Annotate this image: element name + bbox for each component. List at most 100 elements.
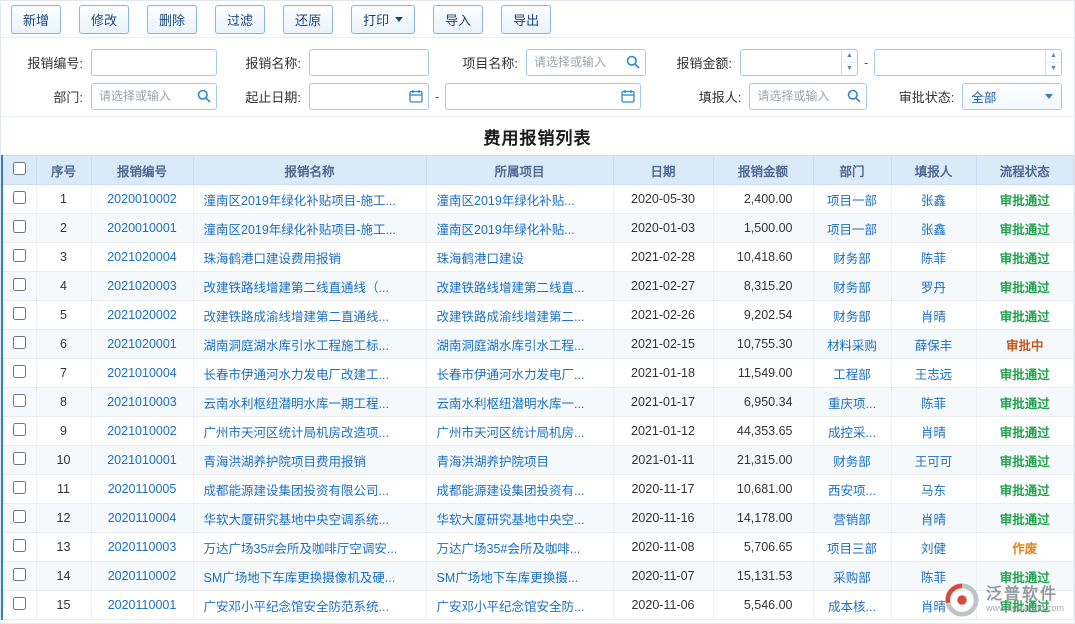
stepper-up-icon[interactable]: ▲ [1046, 50, 1061, 63]
reimburse-no-input[interactable] [91, 49, 217, 76]
reimburse-name-link[interactable]: 湖南洞庭湖水库引水工程施工标... [204, 339, 389, 353]
row-department[interactable]: 工程部 [833, 368, 871, 382]
reimburse-code-link[interactable]: 2021010001 [107, 453, 177, 467]
row-checkbox[interactable] [13, 365, 26, 378]
reimburse-code-link[interactable]: 2021010004 [107, 366, 177, 380]
amount-max-stepper[interactable]: ▲▼ [1045, 50, 1061, 75]
filter-button[interactable]: 过滤 [215, 5, 265, 34]
stepper-down-icon[interactable]: ▼ [1046, 63, 1061, 75]
delete-button[interactable]: 删除 [147, 5, 197, 34]
calendar-icon[interactable] [621, 89, 635, 103]
row-checkbox[interactable] [13, 597, 26, 610]
restore-button[interactable]: 还原 [283, 5, 333, 34]
edit-button[interactable]: 修改 [79, 5, 129, 34]
row-filler[interactable]: 张鑫 [921, 194, 946, 208]
project-link[interactable]: 潼南区2019年绿化补贴... [437, 223, 575, 237]
row-checkbox[interactable] [13, 481, 26, 494]
reimburse-name-link[interactable]: SM广场地下车库更换摄像机及硬... [204, 571, 396, 585]
row-department[interactable]: 材料采购 [827, 339, 877, 353]
row-checkbox[interactable] [13, 336, 26, 349]
stepper-up-icon[interactable]: ▲ [842, 50, 857, 63]
project-link[interactable]: 云南水利枢纽潜明水库一... [437, 397, 585, 411]
project-link[interactable]: 广安邓小平纪念馆安全防... [437, 600, 585, 614]
row-filler[interactable]: 肖晴 [921, 310, 946, 324]
project-link[interactable]: 珠海鹤港口建设 [437, 252, 525, 266]
stepper-down-icon[interactable]: ▼ [842, 63, 857, 75]
row-filler[interactable]: 肖晴 [921, 600, 946, 614]
row-department[interactable]: 采购部 [833, 571, 871, 585]
row-department[interactable]: 成控采... [828, 426, 876, 440]
search-icon[interactable] [847, 89, 861, 103]
project-link[interactable]: 成都能源建设集团投资有... [437, 484, 585, 498]
reimburse-code-link[interactable]: 2020010002 [107, 192, 177, 206]
row-checkbox[interactable] [13, 394, 26, 407]
project-link[interactable]: 潼南区2019年绿化补贴... [437, 194, 575, 208]
reimburse-code-link[interactable]: 2021010003 [107, 395, 177, 409]
row-filler[interactable]: 陈菲 [921, 252, 946, 266]
reimburse-name-link[interactable]: 云南水利枢纽潜明水库一期工程... [204, 397, 389, 411]
project-link[interactable]: 广州市天河区统计局机房... [437, 426, 585, 440]
reimburse-code-link[interactable]: 2021020004 [107, 250, 177, 264]
row-filler[interactable]: 王志远 [915, 368, 953, 382]
reimburse-code-link[interactable]: 2021020001 [107, 337, 177, 351]
row-department[interactable]: 西安项... [828, 484, 876, 498]
row-department[interactable]: 财务部 [833, 281, 871, 295]
row-filler[interactable]: 马东 [921, 484, 946, 498]
reimburse-code-link[interactable]: 2021010002 [107, 424, 177, 438]
reimburse-code-link[interactable]: 2020110001 [108, 598, 177, 612]
project-link[interactable]: 长春市伊通河水力发电厂... [437, 368, 585, 382]
row-checkbox[interactable] [13, 510, 26, 523]
project-link[interactable]: 青海洪湖养护院项目 [437, 455, 550, 469]
reimburse-code-link[interactable]: 2020110002 [108, 569, 177, 583]
row-checkbox[interactable] [13, 249, 26, 262]
project-link[interactable]: 华软大厦研究基地中央空... [437, 513, 585, 527]
row-department[interactable]: 重庆项... [828, 397, 876, 411]
row-checkbox[interactable] [13, 220, 26, 233]
reimburse-code-link[interactable]: 2020110004 [108, 511, 177, 525]
reimburse-code-link[interactable]: 2021020002 [107, 308, 177, 322]
row-department[interactable]: 项目一部 [827, 194, 877, 208]
row-filler[interactable]: 刘健 [921, 542, 946, 556]
reimburse-name-link[interactable]: 万达广场35#会所及咖啡厅空调安... [204, 542, 398, 556]
reimburse-name-link[interactable]: 青海洪湖养护院项目费用报销 [204, 455, 367, 469]
search-icon[interactable] [626, 55, 640, 69]
reimburse-name-link[interactable]: 广州市天河区统计局机房改造项... [204, 426, 389, 440]
row-filler[interactable]: 薛保丰 [915, 339, 953, 353]
amount-max-input[interactable] [874, 49, 1062, 76]
row-department[interactable]: 财务部 [833, 252, 871, 266]
import-button[interactable]: 导入 [433, 5, 483, 34]
reimburse-code-link[interactable]: 2020110005 [108, 482, 177, 496]
reimburse-name-link[interactable]: 华软大厦研究基地中央空调系统... [204, 513, 389, 527]
row-department[interactable]: 财务部 [833, 310, 871, 324]
row-checkbox[interactable] [13, 539, 26, 552]
row-checkbox[interactable] [13, 191, 26, 204]
add-button[interactable]: 新增 [11, 5, 61, 34]
reimburse-name-link[interactable]: 潼南区2019年绿化补贴项目-施工... [204, 194, 396, 208]
row-department[interactable]: 项目一部 [827, 223, 877, 237]
row-filler[interactable]: 肖晴 [921, 426, 946, 440]
row-checkbox[interactable] [13, 423, 26, 436]
reimburse-code-link[interactable]: 2020010001 [107, 221, 177, 235]
search-icon[interactable] [197, 89, 211, 103]
select-all-checkbox[interactable] [13, 162, 26, 175]
reimburse-code-link[interactable]: 2021020003 [107, 279, 177, 293]
reimburse-name-input[interactable] [309, 49, 429, 76]
reimburse-name-link[interactable]: 潼南区2019年绿化补贴项目-施工... [204, 223, 396, 237]
reimburse-code-link[interactable]: 2020110003 [108, 540, 177, 554]
project-link[interactable]: 万达广场35#会所及咖啡... [437, 542, 581, 556]
project-link[interactable]: SM广场地下车库更换摄... [437, 571, 579, 585]
row-department[interactable]: 财务部 [833, 455, 871, 469]
reimburse-name-link[interactable]: 长春市伊通河水力发电厂改建工... [204, 368, 389, 382]
row-checkbox[interactable] [13, 568, 26, 581]
reimburse-name-link[interactable]: 改建铁路成渝线增建第二直通线... [204, 310, 389, 324]
row-filler[interactable]: 陈菲 [921, 571, 946, 585]
row-filler[interactable]: 王可可 [915, 455, 953, 469]
project-link[interactable]: 改建铁路成渝线增建第二... [437, 310, 585, 324]
project-link[interactable]: 改建铁路线增建第二线直... [437, 281, 585, 295]
row-department[interactable]: 营销部 [833, 513, 871, 527]
print-button[interactable]: 打印 [351, 5, 415, 34]
end-date-input[interactable] [445, 83, 641, 110]
export-button[interactable]: 导出 [501, 5, 551, 34]
project-link[interactable]: 湖南洞庭湖水库引水工程... [437, 339, 585, 353]
row-filler[interactable]: 陈菲 [921, 397, 946, 411]
